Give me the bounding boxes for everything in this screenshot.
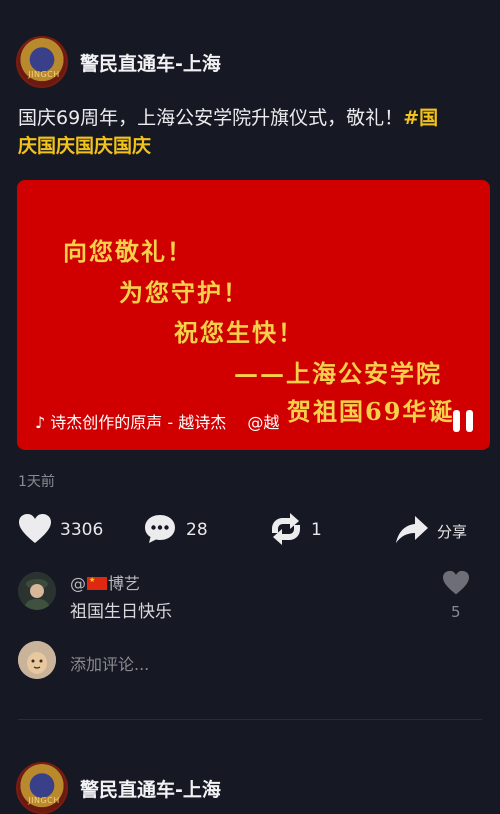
commenter-username: 博艺 (108, 574, 141, 593)
share-label[interactable]: 分享 (437, 521, 467, 542)
author-name[interactable]: 警民直通车-上海 (80, 49, 221, 76)
comment-like-button[interactable] (442, 570, 470, 596)
hashtag-link-part2[interactable]: 庆国庆国庆国庆 (18, 135, 151, 157)
add-comment-input[interactable]: 添加评论... (70, 651, 149, 675)
avatar-badge-text: JINGCH (28, 70, 60, 79)
post-divider (18, 719, 482, 720)
poem-line-4: ——上海公安学院 (234, 359, 442, 388)
commenter-avatar[interactable] (18, 572, 56, 610)
like-count: 3306 (60, 520, 104, 540)
repost-count: 1 (311, 520, 322, 540)
heart-icon (443, 570, 469, 595)
next-author-avatar[interactable]: JINGCH (16, 762, 68, 814)
mention-tag[interactable]: @越 (247, 413, 279, 432)
poem-line-2: 为您守护！ (119, 278, 249, 307)
post-time: 1天前 (18, 474, 55, 490)
video-player[interactable]: 向您敬礼！ 为您守护！ 祝您生快！ ——上海公安学院 贺祖国69华诞 ♪ 诗杰创… (17, 180, 490, 450)
pause-icon (453, 410, 460, 432)
author-avatar[interactable]: JINGCH (16, 36, 68, 88)
music-title: ♪ 诗杰创作的原声 - 越诗杰 (35, 413, 227, 432)
commenter-photo (18, 572, 56, 610)
pause-icon-bar (466, 410, 473, 432)
avatar-badge-text: JINGCH (28, 796, 60, 805)
share-button[interactable] (395, 515, 429, 545)
comment-button[interactable] (143, 513, 177, 545)
repost-icon (272, 513, 300, 545)
comment-count: 28 (186, 520, 208, 540)
share-arrow-icon (396, 516, 428, 543)
next-author-name[interactable]: 警民直通车-上海 (80, 775, 221, 802)
poem-line-1: 向您敬礼！ (63, 237, 193, 266)
my-avatar-image (18, 641, 56, 679)
post-text: 国庆69周年，上海公安学院升旗仪式，敬礼！#国 庆国庆国庆国庆 (18, 104, 488, 160)
commenter-name[interactable]: @ 博艺 (70, 570, 140, 594)
hashtag-link-part1[interactable]: #国 (403, 107, 438, 129)
my-avatar (18, 641, 56, 679)
like-button[interactable] (18, 513, 52, 545)
mention-prefix: @ (70, 574, 86, 593)
post-text-body: 国庆69周年，上海公安学院升旗仪式，敬礼！ (18, 107, 404, 129)
comment-icon (145, 515, 175, 543)
repost-button[interactable] (268, 513, 304, 545)
heart-icon (19, 514, 51, 543)
comment-like-count: 5 (451, 603, 461, 621)
comment-text: 祖国生日快乐 (70, 602, 172, 622)
poem-line-5: 贺祖国69华诞 (287, 397, 455, 426)
poem-line-3: 祝您生快！ (174, 318, 304, 347)
pause-button[interactable] (450, 408, 476, 434)
china-flag-icon (87, 576, 107, 590)
music-info[interactable]: ♪ 诗杰创作的原声 - 越诗杰 @越 (35, 409, 279, 433)
